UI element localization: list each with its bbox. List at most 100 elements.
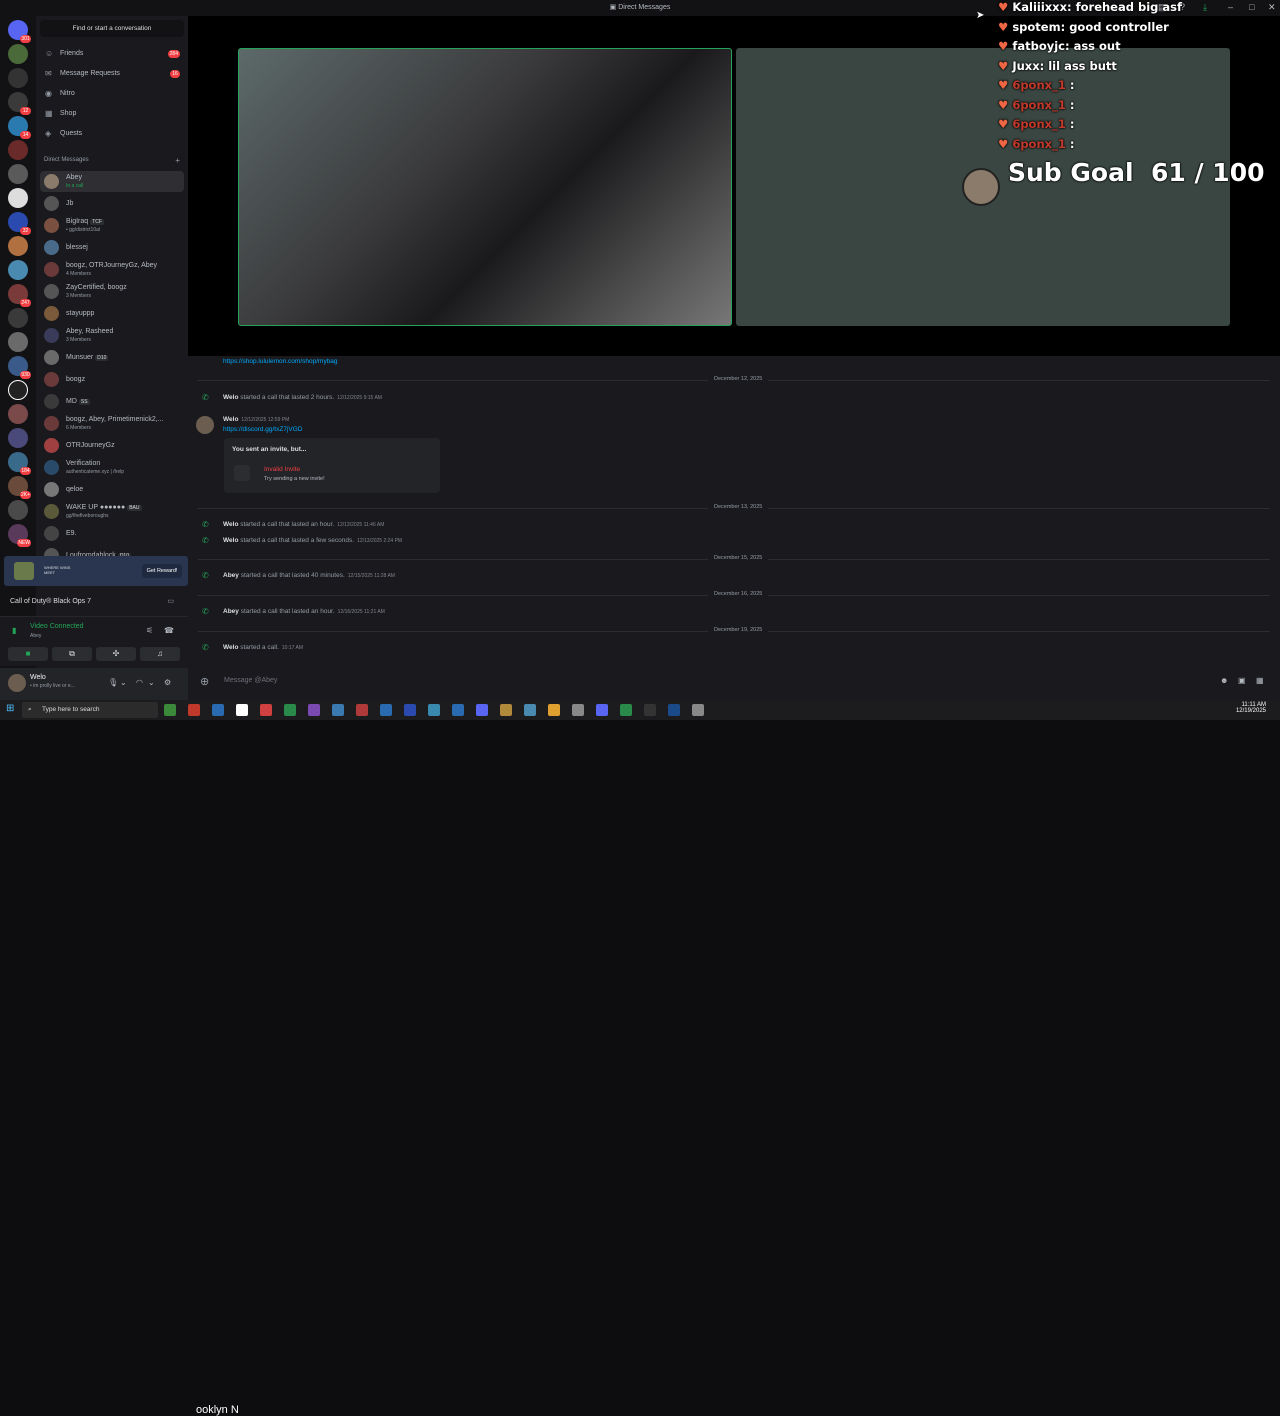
dm-item[interactable]: MD SS — [40, 391, 184, 412]
dm-item[interactable]: Abey, Rasheed 3 Members — [40, 325, 184, 346]
taskbar-app-icon[interactable] — [692, 704, 704, 716]
invite-link[interactable]: https://discord.gg/txZ7jVGD — [223, 426, 302, 433]
server-icon[interactable] — [8, 332, 28, 352]
taskbar-app-icon[interactable] — [236, 704, 248, 716]
soundboard-button[interactable]: ♫ — [140, 647, 180, 661]
taskbar-app-icon[interactable] — [164, 704, 176, 716]
nav-nitro[interactable]: ◉ Nitro — [40, 85, 184, 103]
taskbar-app-icon[interactable] — [404, 704, 416, 716]
avatar[interactable] — [196, 416, 214, 434]
dm-item[interactable]: WAKE UP ●●●●●● BAU gg/thefiveboroughs — [40, 501, 184, 522]
home-button[interactable]: 301 — [8, 20, 31, 43]
camera-button[interactable]: ■ — [8, 647, 48, 661]
windows-start-icon[interactable]: ⊞ — [6, 703, 14, 714]
server-icon[interactable] — [8, 236, 28, 256]
server-icon[interactable] — [8, 500, 28, 520]
apps-icon[interactable]: ▦ — [1256, 676, 1264, 685]
server-icon[interactable] — [8, 428, 28, 448]
taskbar-app-icon[interactable] — [500, 704, 512, 716]
dm-item[interactable]: stayuppp — [40, 303, 184, 324]
server-icon[interactable] — [8, 68, 28, 88]
server-icon[interactable]: 14 — [8, 116, 31, 139]
dm-item[interactable]: boogz, Abey, Primetimenick2,... 6 Members — [40, 413, 184, 434]
taskbar-app-icon[interactable] — [476, 704, 488, 716]
server-icon[interactable] — [8, 164, 28, 184]
dm-item[interactable]: ZayCertified, boogz 3 Members — [40, 281, 184, 302]
emoji-icon[interactable]: ☻ — [1220, 676, 1228, 685]
taskbar-app-icon[interactable] — [356, 704, 368, 716]
find-conversation-button[interactable]: Find or start a conversation — [40, 20, 184, 37]
screenshare-button[interactable]: ⧉ — [52, 647, 92, 661]
server-icon[interactable] — [8, 140, 28, 160]
monitor-icon[interactable]: ▭ — [167, 597, 174, 605]
minimize-icon[interactable]: – — [1228, 2, 1233, 12]
taskbar-app-icon[interactable] — [212, 704, 224, 716]
chevron-down-icon[interactable]: ⌄ — [120, 678, 127, 687]
nav-quests[interactable]: ◈ Quests — [40, 125, 184, 143]
taskbar-app-icon[interactable] — [548, 704, 560, 716]
taskbar-app-icon[interactable] — [332, 704, 344, 716]
server-icon[interactable]: 930 — [8, 356, 31, 379]
maximize-icon[interactable]: □ — [1249, 2, 1254, 12]
dm-item[interactable]: Verification authenticateme.xyz | /help — [40, 457, 184, 478]
taskbar-app-icon[interactable] — [188, 704, 200, 716]
dm-item[interactable]: BigIraq TCF • gg/district10al — [40, 215, 184, 236]
taskbar-app-icon[interactable] — [644, 704, 656, 716]
dm-item[interactable]: Jb — [40, 193, 184, 214]
gif-icon[interactable]: ▣ — [1238, 676, 1246, 685]
video-tile-self[interactable] — [238, 48, 732, 326]
taskbar-app-icon[interactable] — [572, 704, 584, 716]
server-icon[interactable] — [8, 404, 28, 424]
disconnect-icon[interactable]: ☎ — [164, 626, 174, 635]
dm-item[interactable]: boogz, OTRJourneyGz, Abey 4 Members — [40, 259, 184, 280]
dm-item[interactable]: qeloe — [40, 479, 184, 500]
dm-item[interactable]: boogz — [40, 369, 184, 390]
taskbar-app-icon[interactable] — [596, 704, 608, 716]
activities-button[interactable]: ✣ — [96, 647, 136, 661]
server-icon[interactable]: NEW — [8, 524, 31, 547]
dm-item[interactable]: Abey In a call — [40, 171, 184, 192]
server-icon[interactable]: 184 — [8, 452, 31, 475]
create-dm-button[interactable]: + — [175, 156, 180, 165]
server-icon[interactable] — [8, 44, 28, 64]
signal-icon[interactable]: ▮ — [12, 626, 16, 635]
server-icon[interactable] — [8, 380, 28, 400]
taskbar-app-icon[interactable] — [524, 704, 536, 716]
server-icon[interactable]: 247 — [8, 284, 31, 307]
taskbar-app-icon[interactable] — [260, 704, 272, 716]
server-icon[interactable]: 2K+ — [8, 476, 31, 499]
message-link[interactable]: https://shop.lululemon.com/shop/mybag — [223, 358, 338, 365]
microphone-icon[interactable]: 🎙 — [108, 678, 118, 687]
dm-item[interactable]: OTRJourneyGz — [40, 435, 184, 456]
download-icon[interactable]: ⤓ — [1203, 2, 1207, 13]
server-icon[interactable]: 32 — [8, 212, 31, 235]
taskbar-app-icon[interactable] — [668, 704, 680, 716]
server-icon[interactable] — [8, 188, 28, 208]
taskbar-app-icon[interactable] — [452, 704, 464, 716]
avatar[interactable] — [8, 674, 26, 692]
taskbar-app-icon[interactable] — [308, 704, 320, 716]
server-icon[interactable] — [8, 308, 28, 328]
system-clock[interactable]: 11:11 AM 12/19/2025 — [1236, 702, 1266, 714]
settings-gear-icon[interactable]: ⚙ — [164, 678, 171, 687]
dm-item[interactable]: Munsuer D10 — [40, 347, 184, 368]
nav-message-requests[interactable]: ✉ Message Requests 16 — [40, 65, 184, 83]
headphones-icon[interactable]: ◠ — [136, 678, 143, 687]
taskbar-app-icon[interactable] — [284, 704, 296, 716]
chevron-down-icon[interactable]: ⌄ — [148, 678, 155, 687]
server-icon[interactable]: 12 — [8, 92, 31, 115]
close-icon[interactable]: ✕ — [1268, 2, 1276, 13]
taskbar-app-icon[interactable] — [620, 704, 632, 716]
message-input[interactable]: Message @Abey — [224, 677, 277, 684]
taskbar-search[interactable]: ⌕ Type here to search — [22, 702, 158, 718]
taskbar-app-icon[interactable] — [380, 704, 392, 716]
taskbar-app-icon[interactable] — [428, 704, 440, 716]
dm-item[interactable]: blessej — [40, 237, 184, 258]
noise-suppression-icon[interactable]: ⚟ — [146, 626, 153, 635]
attach-button[interactable]: ⊕ — [200, 675, 209, 688]
server-icon[interactable] — [8, 260, 28, 280]
get-reward-button[interactable]: Get Reward! — [142, 564, 182, 578]
nav-friends[interactable]: ☺ Friends 284 — [40, 45, 184, 63]
nav-shop[interactable]: ▦ Shop — [40, 105, 184, 123]
dm-item[interactable]: E9. — [40, 523, 184, 544]
